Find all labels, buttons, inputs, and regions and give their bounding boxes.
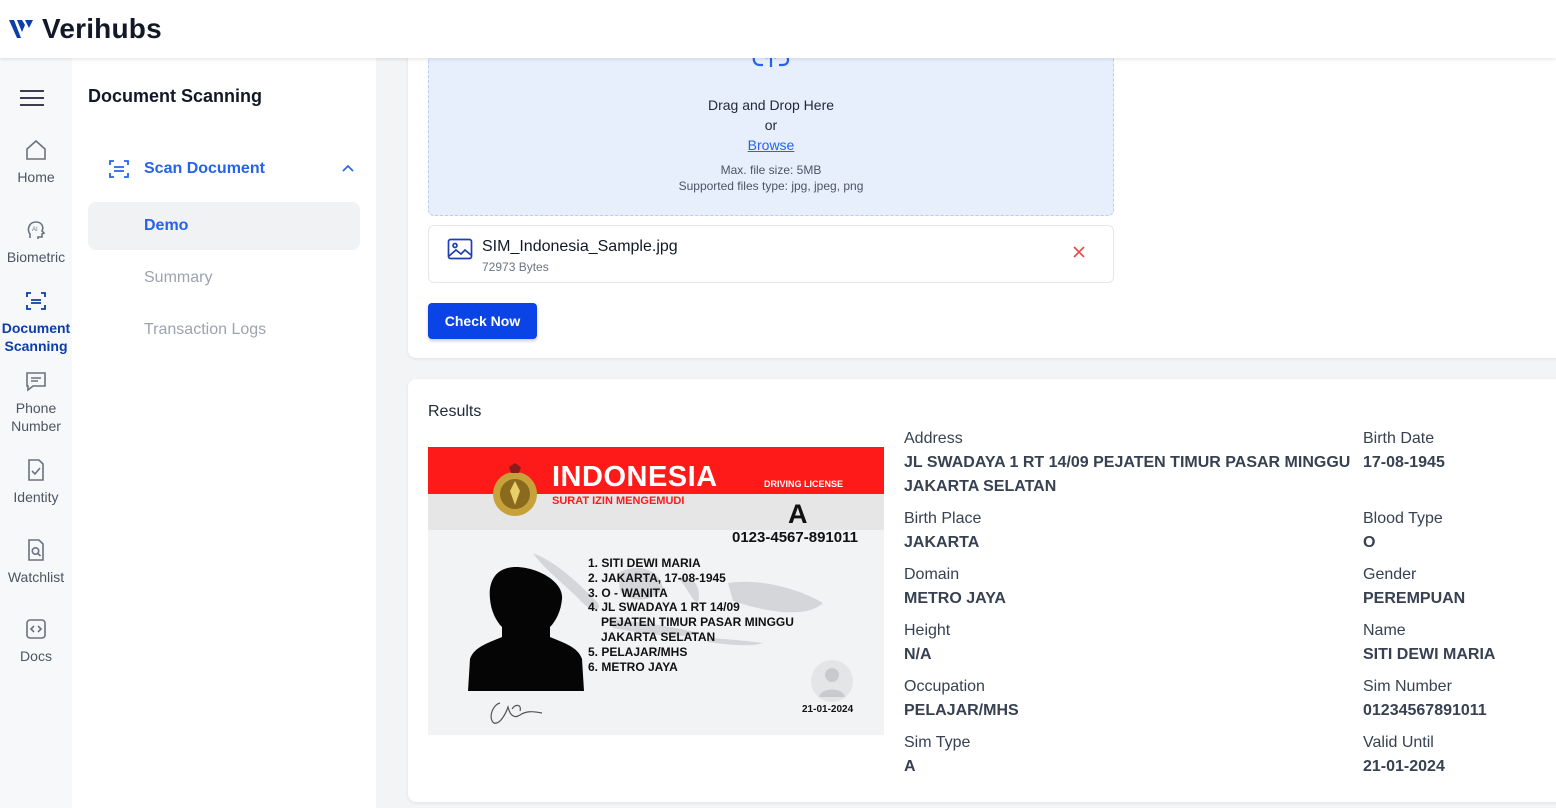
close-icon[interactable]	[1071, 244, 1087, 260]
license-image: INDONESIA DRIVING LICENSE SURAT IZIN MEN…	[428, 447, 884, 735]
chevron-up-icon[interactable]	[340, 161, 356, 177]
brand-name[interactable]: Verihubs	[42, 13, 162, 45]
field-address: Address JL SWADAYA 1 RT 14/09 PEJATEN TI…	[904, 430, 1351, 495]
license-expiry: 21-01-2024	[802, 704, 854, 715]
signature	[490, 702, 543, 724]
field-name: Name SITI DEWI MARIA	[1363, 622, 1496, 663]
check-now-button[interactable]: Check Now	[428, 303, 537, 339]
subnav-item-transaction-logs[interactable]: Transaction Logs	[88, 306, 360, 354]
field-sim-type: Sim Type A	[904, 734, 971, 775]
svg-text:AI: AI	[32, 227, 38, 233]
police-emblem-icon	[493, 463, 537, 516]
browse-link[interactable]: Browse	[429, 137, 1113, 153]
field-occupation: Occupation PELAJAR/MHS	[904, 678, 1019, 719]
sub-navigation: Document Scanning Scan Document Demo Sum…	[72, 58, 376, 808]
scan-document-icon	[109, 160, 129, 178]
chat-icon	[26, 372, 46, 392]
field-blood-type: Blood Type O	[1363, 510, 1443, 551]
search-document-icon	[28, 539, 44, 561]
field-height: Height N/A	[904, 622, 951, 663]
hamburger-menu-icon[interactable]	[20, 90, 44, 106]
rail-item-docs[interactable]: Docs	[0, 617, 72, 665]
top-bar: Verihubs	[0, 0, 1556, 58]
field-gender: Gender PEREMPUAN	[1363, 566, 1466, 607]
scan-document-label: Scan Document	[144, 160, 265, 177]
rail-item-phone-number[interactable]: Phone Number	[0, 369, 72, 435]
uploaded-file: SIM_Indonesia_Sample.jpg 72973 Bytes	[428, 225, 1114, 283]
license-text-lines: 1. SITI DEWI MARIA 2. JAKARTA, 17-08-194…	[588, 556, 794, 674]
scan-document-icon	[26, 292, 46, 310]
subnav-title: Document Scanning	[88, 86, 263, 106]
ai-head-icon: AI	[27, 221, 46, 239]
file-size: 72973 Bytes	[482, 260, 549, 274]
rail-item-watchlist[interactable]: Watchlist	[0, 538, 72, 586]
max-file-size-text: Max. file size: 5MB	[720, 163, 822, 177]
field-birth-place: Birth Place JAKARTA	[904, 510, 982, 551]
license-number: 0123-4567-891011	[732, 529, 858, 546]
home-icon	[26, 139, 46, 160]
field-domain: Domain METRO JAYA	[904, 566, 1006, 607]
rail-item-document-scanning[interactable]: Document Scanning	[0, 289, 72, 355]
license-doc-label: DRIVING LICENSE	[764, 479, 844, 489]
license-local-label: SURAT IZIN MENGEMUDI	[552, 495, 685, 507]
scan-document-group[interactable]: Scan Document	[106, 154, 356, 184]
subnav-item-summary[interactable]: Summary	[88, 254, 360, 302]
verihubs-logo-icon	[9, 20, 33, 38]
field-sim-number: Sim Number 01234567891011	[1363, 678, 1487, 719]
results-card: Results INDONESIA DRIVING LICENSE SURAT …	[408, 379, 1556, 802]
holder-silhouette	[468, 567, 584, 691]
subnav-item-demo[interactable]: Demo	[88, 202, 360, 250]
drag-drop-text: Drag and Drop Here	[707, 97, 835, 113]
file-name: SIM_Indonesia_Sample.jpg	[482, 238, 678, 255]
results-title: Results	[428, 403, 482, 420]
rail-item-biometric[interactable]: AI Biometric	[0, 218, 72, 266]
image-icon	[447, 238, 473, 260]
upload-card: Drag and Drop Here or Browse Max. file s…	[408, 10, 1556, 358]
supported-types-text: Supported files type: jpg, jpeg, png	[678, 179, 864, 193]
ghost-photo	[811, 660, 853, 702]
rail-item-identity[interactable]: Identity	[0, 458, 72, 506]
license-type: A	[788, 499, 808, 529]
or-text: or	[764, 117, 778, 133]
check-document-icon	[28, 459, 44, 481]
field-birth-date: Birth Date 17-08-1945	[1363, 430, 1445, 471]
field-valid-until: Valid Until 21-01-2024	[1363, 734, 1445, 775]
icon-rail: Home AI Biometric Document Scanning Phon…	[0, 58, 72, 808]
rail-item-home[interactable]: Home	[0, 138, 72, 186]
code-icon	[26, 619, 46, 639]
license-country: INDONESIA	[552, 461, 718, 493]
